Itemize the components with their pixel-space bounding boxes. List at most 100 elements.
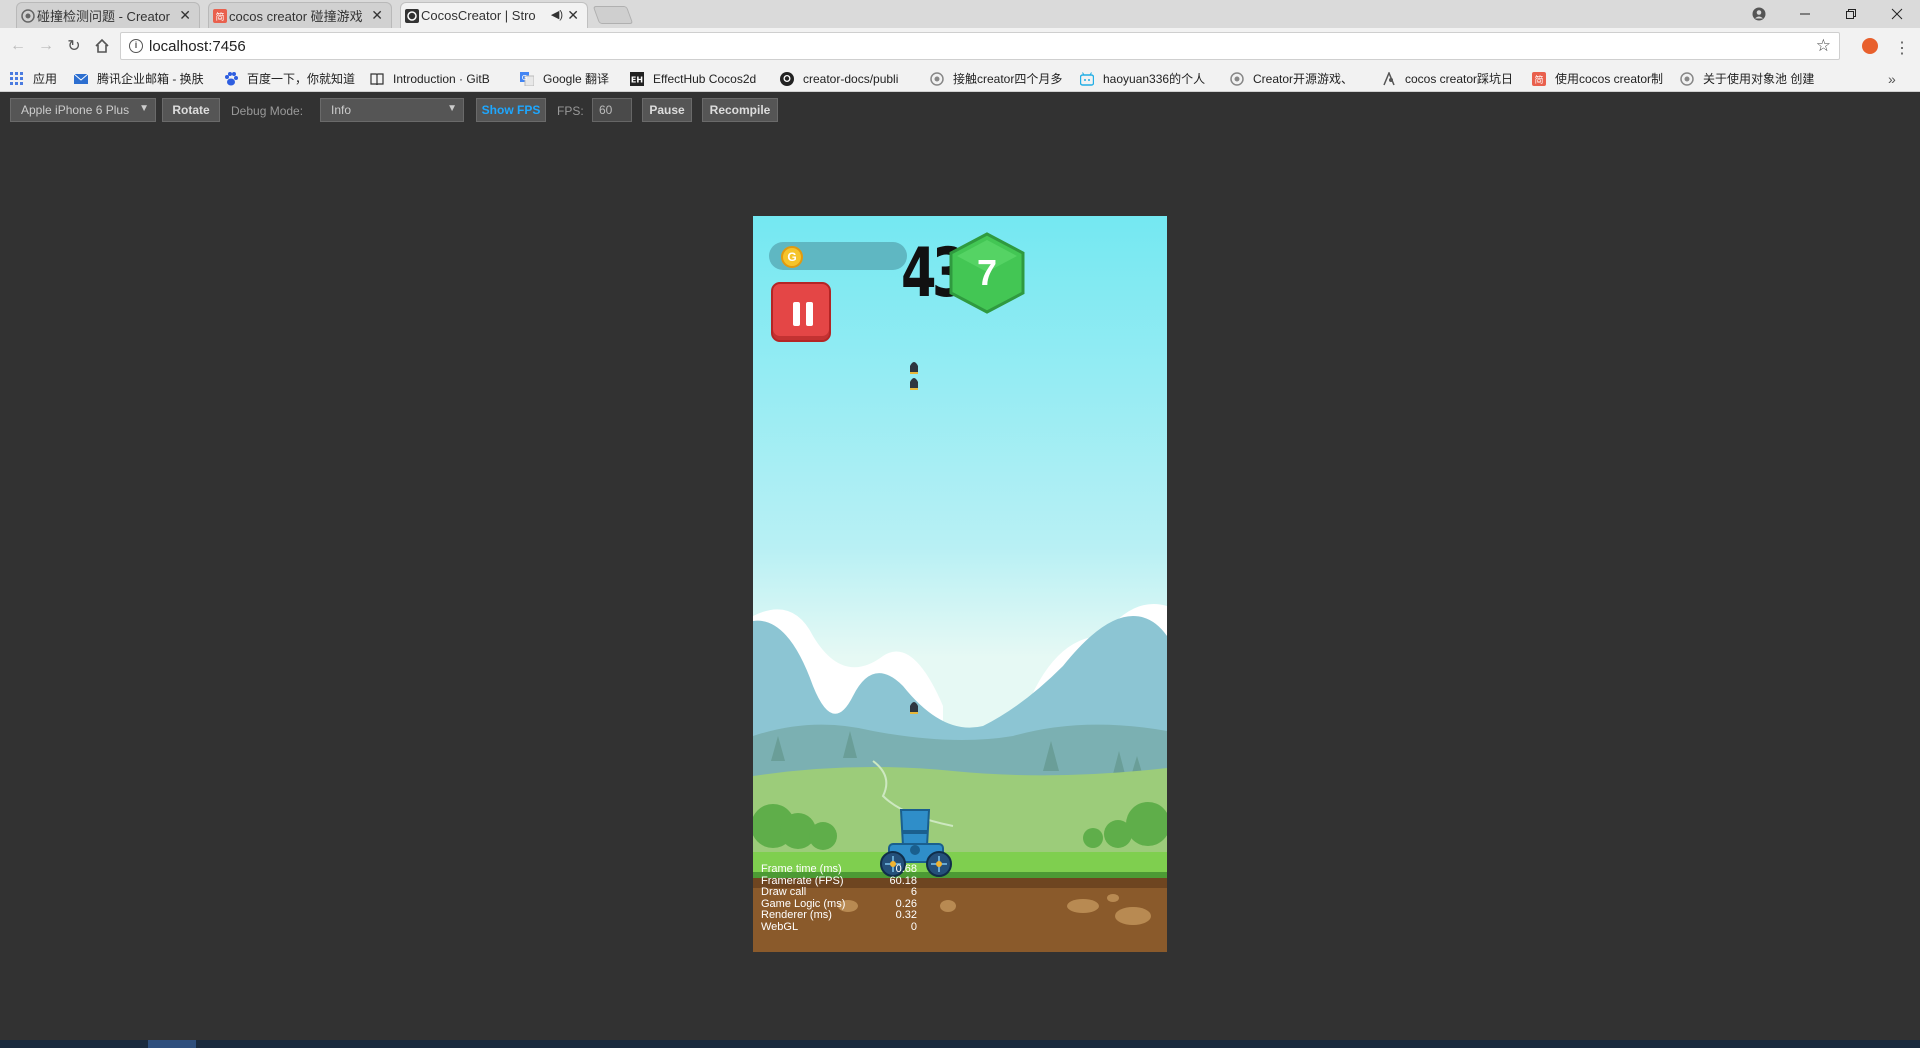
info-icon[interactable]: i [129,39,143,53]
screen: 碰撞检测问题 - Creator ✕ 简 cocos creator 碰撞游戏 … [0,0,1920,1048]
bookmark-label: 接触creator四个月多 [953,72,1063,86]
minimize-icon[interactable] [1782,0,1828,28]
navigation-bar: ← → ↻ i localhost:7456 ☆ [0,28,1920,64]
address-bar[interactable]: i localhost:7456 ☆ [120,32,1840,60]
forward-icon[interactable]: → [36,36,56,56]
bookmark-effecthub[interactable]: EH EffectHub Cocos2d [630,70,770,87]
fps-stats-panel: Frame time (ms) 0.68 Framerate (FPS) 60.18… [761,863,917,934]
stat-value: 0.32 [895,909,917,921]
stat-value: 0.68 [895,863,917,875]
close-window-icon[interactable] [1874,0,1920,28]
bookmark-apps[interactable]: 应用 [10,70,66,87]
more-bookmarks-icon[interactable]: » [1888,70,1908,87]
hexagon-target: 7 [949,232,1025,314]
close-tab-icon[interactable]: ✕ [567,7,579,24]
bookmark-creator-pitfalls[interactable]: cocos creator踩坑日 [1382,70,1518,87]
game-pause-button[interactable] [771,282,831,342]
mail-icon [74,72,89,86]
tab-cocoscreator[interactable]: CocosCreator | Stro ◀) ✕ [400,2,588,28]
bookmark-label: creator-docs/publi [803,71,899,86]
bookmark-label: 关于使用对象池 创建 [1703,72,1815,86]
github-icon [780,71,794,86]
home-icon[interactable] [92,36,112,56]
bookmark-label: 百度一下，你就知道 [247,72,356,86]
jianshu-icon: 简 [213,9,227,23]
bookmark-star-icon[interactable]: ☆ [1816,36,1831,56]
fps-input[interactable]: 60 [592,98,632,122]
restore-icon[interactable] [1828,0,1874,28]
device-select-value: Apple iPhone 6 Plus [21,103,130,117]
taskbar-active-item[interactable] [148,1040,196,1048]
pause-bar-icon [806,302,813,326]
bookmark-tencent-mail[interactable]: 腾讯企业邮箱 - 换肤 [74,70,220,87]
tab-collision-question[interactable]: 碰撞检测问题 - Creator ✕ [16,2,200,28]
stats-row: Renderer (ms) 0.32 [761,909,917,922]
debug-mode-select[interactable]: Info ▼ [320,98,464,122]
svg-text:简: 简 [1534,74,1543,86]
bookmark-label: cocos creator踩坑日 [1405,72,1514,86]
pause-bar-icon [793,302,800,326]
extension-icon[interactable] [1862,38,1878,54]
bookmark-using-cocos[interactable]: 简 使用cocos creator制 [1532,70,1676,87]
rotate-button[interactable]: Rotate [162,98,220,122]
pause-button[interactable]: Pause [642,98,692,122]
coin-icon: G [781,246,803,268]
back-icon[interactable]: ← [8,36,28,56]
dropdown-arrow-icon: ▼ [139,103,149,114]
bookmark-label: Introduction · GitB [393,71,490,86]
tab-title: CocosCreator | Stro [421,8,536,23]
bookmark-label: EffectHub Cocos2d [653,71,757,86]
url-text: localhost:7456 [149,38,246,55]
bookmark-label: 应用 [33,72,58,86]
debug-mode-value: Info [331,103,352,117]
stat-label: Renderer (ms) [761,909,832,921]
svg-text:EH: EH [631,75,643,84]
stat-value: 0 [910,920,917,933]
game-canvas[interactable]: G 43 7 Frame time (ms) 0.68 Framerate (FP… [753,216,1167,952]
bookmark-baidu[interactable]: 百度一下，你就知道 [224,70,370,87]
bullet [910,702,918,714]
effecthub-icon: EH [630,71,644,86]
forum-icon [21,9,35,23]
forum-icon [1680,71,1694,86]
bookmark-creator-opensource[interactable]: Creator开源游戏、 [1230,70,1366,87]
cocos-icon [405,9,419,23]
new-tab-button[interactable] [592,6,634,24]
bookmark-creator-docs[interactable]: creator-docs/publi [780,70,918,87]
svg-text:简: 简 [215,11,224,23]
reload-icon[interactable]: ↻ [64,36,84,56]
speaker-icon[interactable]: ◀) [551,8,563,21]
stat-label: Draw call [761,886,807,898]
stat-value: 6 [910,886,917,898]
profile-icon[interactable] [1736,0,1782,28]
svg-text:G: G [522,74,527,82]
close-tab-icon[interactable]: ✕ [371,7,383,24]
tab-title: 碰撞检测问题 - Creator [37,9,170,24]
coin-progress-bar: G [769,242,907,270]
close-tab-icon[interactable]: ✕ [179,7,191,24]
stat-label: WebGL [761,920,799,933]
fps-label: FPS: [557,104,584,118]
bookmark-haoyuan336[interactable]: haoyuan336的个人 [1080,70,1216,87]
debug-mode-label: Debug Mode: [231,104,304,118]
recompile-button[interactable]: Recompile [702,98,778,122]
bookmark-label: Google 翻译 [543,72,610,86]
bookmark-gitbook[interactable]: Introduction · GitB [370,70,512,87]
bookmark-google-translate[interactable]: G Google 翻译 [520,70,624,87]
bookmark-object-pool[interactable]: 关于使用对象池 创建 [1680,70,1816,87]
bookmark-four-months[interactable]: 接触creator四个月多 [930,70,1070,87]
show-fps-button[interactable]: Show FPS [476,98,546,122]
bookmark-label: 使用cocos creator制 [1555,72,1664,86]
tab-strip: 碰撞检测问题 - Creator ✕ 简 cocos creator 碰撞游戏 … [0,0,1920,28]
translate-icon: G [520,71,535,86]
jianshu-icon: 简 [1532,71,1546,86]
bookmark-label: haoyuan336的个人 [1103,72,1206,86]
menu-dots-icon[interactable]: ⋮ [1892,38,1912,58]
device-select[interactable]: Apple iPhone 6 Plus ▼ [10,98,156,122]
stats-row: WebGL 0 [761,920,917,934]
bookmark-icon [1382,70,1396,86]
bookmark-label: Creator开源游戏、 [1253,72,1354,86]
simulator-toolbar: Apple iPhone 6 Plus ▼ Rotate Debug Mode:… [0,92,1920,132]
tab-cocos-collision-game[interactable]: 简 cocos creator 碰撞游戏 ✕ [208,2,392,28]
bookmark-label: 腾讯企业邮箱 - 换肤 [97,72,204,86]
